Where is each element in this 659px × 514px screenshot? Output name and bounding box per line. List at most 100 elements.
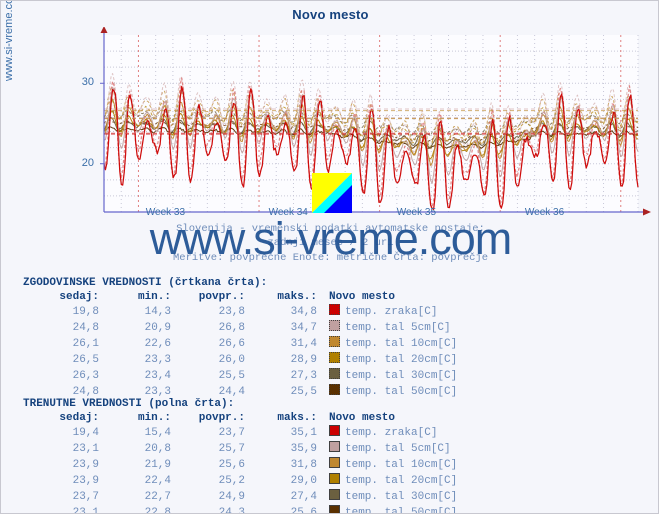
cell-min: 22,8 (144, 506, 171, 514)
x-axis-tick-label: Week 36 (524, 207, 565, 218)
col-header-station: Novo mesto (329, 412, 396, 424)
x-axis-arrow (643, 208, 651, 216)
cell-maks: 35,1 (290, 426, 317, 439)
legend-series-label: temp. tal 30cm[C] (345, 491, 458, 503)
cell-min: 22,6 (144, 337, 171, 350)
x-axis-tick-label: Week 33 (145, 207, 186, 218)
legend-swatch-icon (329, 352, 340, 363)
y-axis-tick-label: 30 (81, 76, 94, 89)
legend-series-label: temp. tal 20cm[C] (345, 475, 458, 487)
cell-sedaj: 23,1 (72, 506, 99, 514)
cell-min: 15,4 (144, 426, 171, 439)
cell-series-name: temp. zraka[C] (317, 425, 457, 441)
cell-povpr: 23,8 (218, 305, 245, 318)
x-axis-tick-label: Week 35 (396, 207, 437, 218)
cell-maks: 31,8 (290, 458, 317, 471)
cell-povpr: 24,3 (218, 506, 245, 514)
cell-sedaj: 26,3 (72, 369, 99, 382)
cell-sedaj: 26,1 (72, 337, 99, 350)
legend-swatch-icon (329, 304, 340, 315)
cell-series-name: temp. tal 50cm[C] (317, 505, 458, 514)
cell-series-name: temp. tal 30cm[C] (317, 368, 457, 384)
legend-series-label: temp. tal 50cm[C] (345, 507, 458, 514)
col-header-station: Novo mesto (329, 291, 396, 303)
col-header-sedaj: sedaj: (59, 291, 99, 303)
col-header-maks: maks.: (277, 412, 317, 424)
cell-povpr: 25,5 (218, 369, 245, 382)
col-header-sedaj: sedaj: (59, 412, 99, 424)
table-row: 26,1 22,6 26,6 31,4 temp. tal 10cm[C] (23, 336, 457, 352)
cell-sedaj: 23,9 (72, 474, 99, 487)
legend-swatch-icon (329, 505, 340, 513)
caption-line-3: Meritve: povprečne Enote: metrične Črta:… (172, 252, 489, 264)
cell-maks: 27,3 (290, 369, 317, 382)
legend-series-label: temp. tal 50cm[C] (345, 386, 458, 398)
historical-table-caption: ZGODOVINSKE VREDNOSTI (črtkana črta): (23, 277, 268, 289)
axis-color-marker (312, 173, 352, 213)
col-header-min: min.: (137, 291, 171, 303)
current-values-table: TRENUTNE VREDNOSTI (polna črta): sedaj: … (23, 398, 458, 514)
cell-sedaj: 26,5 (72, 353, 99, 366)
legend-swatch-icon (329, 320, 340, 331)
legend-swatch-icon (329, 473, 340, 484)
legend-swatch-icon (329, 425, 340, 436)
cell-povpr: 25,7 (218, 442, 245, 455)
legend-swatch-icon (329, 457, 340, 468)
cell-sedaj: 23,9 (72, 458, 99, 471)
table-row: 23,7 22,7 24,9 27,4 temp. tal 30cm[C] (23, 489, 457, 505)
current-table-caption: TRENUTNE VREDNOSTI (polna črta): (23, 398, 235, 410)
legend-series-label: temp. tal 10cm[C] (345, 338, 458, 350)
cell-min: 20,8 (144, 442, 171, 455)
table-row: 26,5 23,3 26,0 28,9 temp. tal 20cm[C] (23, 352, 457, 368)
cell-povpr: 26,8 (218, 321, 245, 334)
cell-min: 22,4 (144, 474, 171, 487)
y-axis-arrow (100, 27, 108, 33)
cell-povpr: 24,9 (218, 490, 245, 503)
table-row: 19,8 14,3 23,8 34,8 temp. zraka[C] (23, 304, 457, 320)
page-title: Novo mesto (292, 7, 369, 22)
legend-swatch-icon (329, 441, 340, 452)
cell-maks: 35,9 (290, 442, 317, 455)
legend-swatch-icon (329, 489, 340, 500)
cell-series-name: temp. tal 30cm[C] (317, 489, 457, 505)
cell-series-name: temp. tal 5cm[C] (317, 441, 457, 457)
legend-swatch-icon (329, 368, 340, 379)
cell-min: 22,7 (144, 490, 171, 503)
cell-series-name: temp. zraka[C] (317, 304, 457, 320)
cell-series-name: temp. tal 20cm[C] (317, 352, 457, 368)
cell-min: 23,4 (144, 369, 171, 382)
legend-series-label: temp. tal 20cm[C] (345, 354, 458, 366)
legend-series-label: temp. tal 10cm[C] (345, 459, 458, 471)
cell-maks: 31,4 (290, 337, 317, 350)
table-row: 23,1 20,8 25,7 35,9 temp. tal 5cm[C] (23, 441, 457, 457)
table-row: 19,4 15,4 23,7 35,1 temp. zraka[C] (23, 425, 457, 441)
cell-sedaj: 23,7 (72, 490, 99, 503)
col-header-maks: maks.: (277, 291, 317, 303)
current-table: sedaj: min.: povpr.: maks.: Novo mesto 1… (23, 412, 458, 514)
legend-swatch-icon (329, 336, 340, 347)
cell-min: 14,3 (144, 305, 171, 318)
cell-povpr: 26,6 (218, 337, 245, 350)
cell-min: 20,9 (144, 321, 171, 334)
cell-series-name: temp. tal 10cm[C] (317, 457, 457, 473)
cell-series-name: temp. tal 5cm[C] (317, 320, 457, 336)
cell-sedaj: 19,4 (72, 426, 99, 439)
cell-povpr: 25,6 (218, 458, 245, 471)
legend-swatch-icon (329, 384, 340, 395)
table-row: 23,9 22,4 25,2 29,0 temp. tal 20cm[C] (23, 473, 457, 489)
table-header-row: sedaj: min.: povpr.: maks.: Novo mesto (23, 412, 457, 425)
cell-maks: 34,8 (290, 305, 317, 318)
col-header-min: min.: (137, 412, 171, 424)
col-header-povpr: povpr.: (198, 412, 245, 424)
cell-sedaj: 19,8 (72, 305, 99, 318)
cell-min: 21,9 (144, 458, 171, 471)
cell-series-name: temp. tal 20cm[C] (317, 473, 457, 489)
table-row: 24,8 20,9 26,8 34,7 temp. tal 5cm[C] (23, 320, 457, 336)
cell-maks: 27,4 (290, 490, 317, 503)
legend-series-label: temp. tal 5cm[C] (345, 322, 451, 334)
y-axis-tick-label: 20 (81, 156, 94, 169)
caption-line-2: zadnji mesec / 2 uri (267, 237, 394, 249)
cell-maks: 29,0 (290, 474, 317, 487)
historical-table: sedaj: min.: povpr.: maks.: Novo mesto 1… (23, 291, 457, 400)
cell-povpr: 26,0 (218, 353, 245, 366)
